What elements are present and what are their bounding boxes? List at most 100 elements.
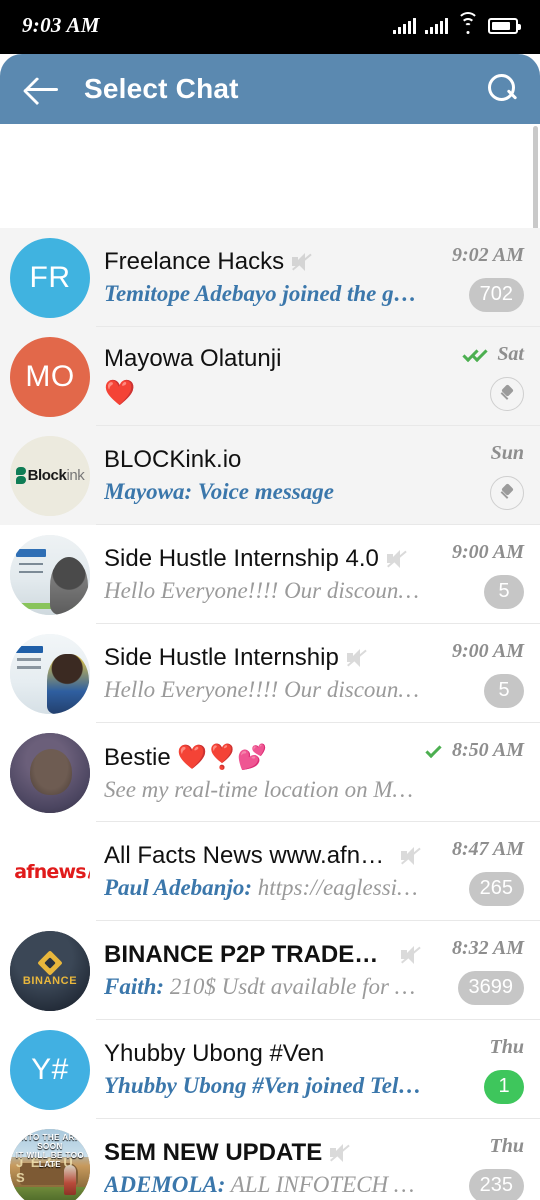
chat-list-item[interactable]: Bestie ❤️❣️💕 See my real-time location on… [0,723,540,822]
chat-name: BINANCE P2P TRADERS… [104,941,393,968]
chat-timestamp-row: Sat [462,343,524,367]
battery-icon [488,18,521,34]
preview-text: 210$ Usdt available for sel… [169,974,422,999]
avatar-initials: Y# [31,1052,69,1086]
chat-timestamp-row: 8:50 AM [425,739,524,763]
chat-list-item[interactable]: Side Hustle Internship 4.0 Hello Everyone… [0,525,540,624]
chat-timestamp: 9:00 AM [451,640,524,662]
muted-icon [386,549,408,569]
unread-badge: 265 [468,871,524,906]
chat-timestamp: 8:32 AM [451,937,524,959]
chat-preview: See my real-time location on Maps: htt..… [104,777,422,803]
avatar-image-heading: INTO THE ARK SOON IT WILL BE TOO LATE [15,1132,85,1169]
chat-preview: ❤️ [104,378,422,408]
avatar-image-caption: afnews [14,860,86,883]
preview-text: ❤️ [104,378,136,407]
chat-list-scroll-area[interactable]: FR Freelance Hacks Temitope Adebayo joined… [0,124,540,1200]
sent-check-icon [425,741,446,759]
preview-sender: ADEMOLA: [104,1172,226,1197]
avatar: MO [10,336,90,417]
search-icon[interactable] [488,74,518,104]
chat-timestamp-row: Thu [490,1135,524,1159]
pinned-chat-icon [490,376,524,411]
pinned-chat-icon [490,475,524,510]
chat-preview: Yhubby Ubong #Ven joined Telegra… [104,1073,422,1099]
chat-name: SEM NEW UPDATE [104,1139,323,1166]
avatar-image-blockink: Blockink [10,435,90,516]
avatar: BINANCE [10,930,90,1011]
chat-name: Side Hustle Internship [104,644,339,671]
list-top-spacer [0,124,540,228]
chat-item-title-row: BLOCKink.io [104,446,422,474]
preview-text: See my real-time location on Maps: htt..… [104,776,422,802]
chat-item-text: Freelance Hacks Temitope Adebayo joined t… [90,248,430,307]
chat-name: Yhubby Ubong #Ven [104,1040,325,1067]
muted-icon [291,252,313,272]
status-bar-icons [393,12,521,34]
preview-text: Temitope Adebayo joined the group [104,281,422,306]
chat-list-item[interactable]: FR Freelance Hacks Temitope Adebayo joined… [0,228,540,327]
blockink-logo-icon [15,466,26,485]
chat-item-text: All Facts News www.afne… Paul Adebanjo: h… [90,842,430,901]
chat-name: BLOCKink.io [104,446,242,473]
status-bar: 9:03 AM [0,0,540,54]
muted-icon [400,945,422,965]
chat-item-text: Bestie ❤️❣️💕 See my real-time location on… [90,743,430,803]
chat-timestamp-row: 9:00 AM [452,640,524,664]
avatar-image-flyer [10,633,90,714]
chat-item-title-row: BINANCE P2P TRADERS… [104,941,422,969]
chat-preview: Hello Everyone!!!! Our discount sal... [104,578,422,604]
preview-text: ALL INFOTECH TV SUB… [230,1172,422,1197]
chat-item-text: Mayowa Olatunji ❤️ [90,345,430,408]
chat-item-meta: Sat [430,337,526,417]
chat-timestamp-row: 8:47 AM [452,838,524,862]
chat-list-item[interactable]: MO Mayowa Olatunji ❤️ Sat [0,327,540,426]
chat-timestamp: Thu [489,1135,524,1157]
scrollbar-thumb[interactable] [533,126,538,240]
chat-item-title-row: Side Hustle Internship 4.0 [104,545,422,573]
chat-list-item[interactable]: afnews All Facts News www.afne… Paul Adeba… [0,822,540,921]
unread-badge: 5 [484,673,524,708]
preview-text: Yhubby Ubong #Ven joined Telegra… [104,1073,422,1098]
chat-timestamp-row: 9:00 AM [452,541,524,565]
unread-badge: 702 [468,277,524,312]
chat-item-meta: 8:32 AM 3699 [430,931,526,1011]
muted-icon [346,648,368,668]
chat-timestamp: 8:47 AM [451,838,524,860]
muted-icon [400,846,422,866]
chat-name: Freelance Hacks [104,248,285,275]
chat-list-item[interactable]: Blockink BLOCKink.io Mayowa: Voice message… [0,426,540,525]
binance-diamond-icon [37,950,63,976]
page-title: Select Chat [84,73,239,104]
chat-item-title-row: Mayowa Olatunji [104,345,422,373]
preview-text: Hello Everyone!!!! Our discount sal... [104,677,422,702]
chat-timestamp-row: 9:02 AM [452,244,524,268]
chat-item-title-row: Side Hustle Internship [104,644,422,672]
chat-item-meta: Thu 1 [430,1030,526,1110]
chat-list-item[interactable]: BINANCE BINANCE P2P TRADERS… Faith: 210$ U… [0,921,540,1020]
avatar: Blockink [10,435,90,516]
unread-badge: 3699 [457,970,524,1005]
chat-list-item[interactable]: J E S U S INTO THE ARK SOON IT WILL BE TOO … [0,1119,540,1200]
chat-item-text: SEM NEW UPDATE ADEMOLA: ALL INFOTECH TV S… [90,1139,430,1198]
chat-item-meta: 9:02 AM 702 [430,238,526,318]
status-bar-clock: 9:03 AM [22,12,100,37]
read-double-check-icon [462,345,491,363]
chat-name: Bestie ❤️❣️💕 [104,743,268,771]
app-bar: Select Chat [0,54,540,124]
chat-item-meta: Thu 235 [430,1129,526,1200]
avatar: FR [10,237,90,318]
chat-item-meta: 9:00 AM 5 [430,634,526,714]
unread-badge: 1 [484,1069,524,1104]
chat-item-text: Side Hustle Internship 4.0 Hello Everyone… [90,545,430,604]
wifi-icon [457,12,479,34]
chat-preview: Hello Everyone!!!! Our discount sal... [104,677,422,703]
chat-timestamp: 9:00 AM [451,541,524,563]
avatar: afnews [10,831,90,912]
back-arrow-icon[interactable] [26,76,60,102]
chat-list-item[interactable]: Y# Yhubby Ubong #Ven Yhubby Ubong #Ven joi… [0,1020,540,1119]
chat-item-title-row: Freelance Hacks [104,248,422,276]
preview-sender: Faith: [104,974,165,999]
chat-list-item[interactable]: Side Hustle Internship Hello Everyone!!!!… [0,624,540,723]
chat-name: All Facts News www.afne… [104,842,393,869]
